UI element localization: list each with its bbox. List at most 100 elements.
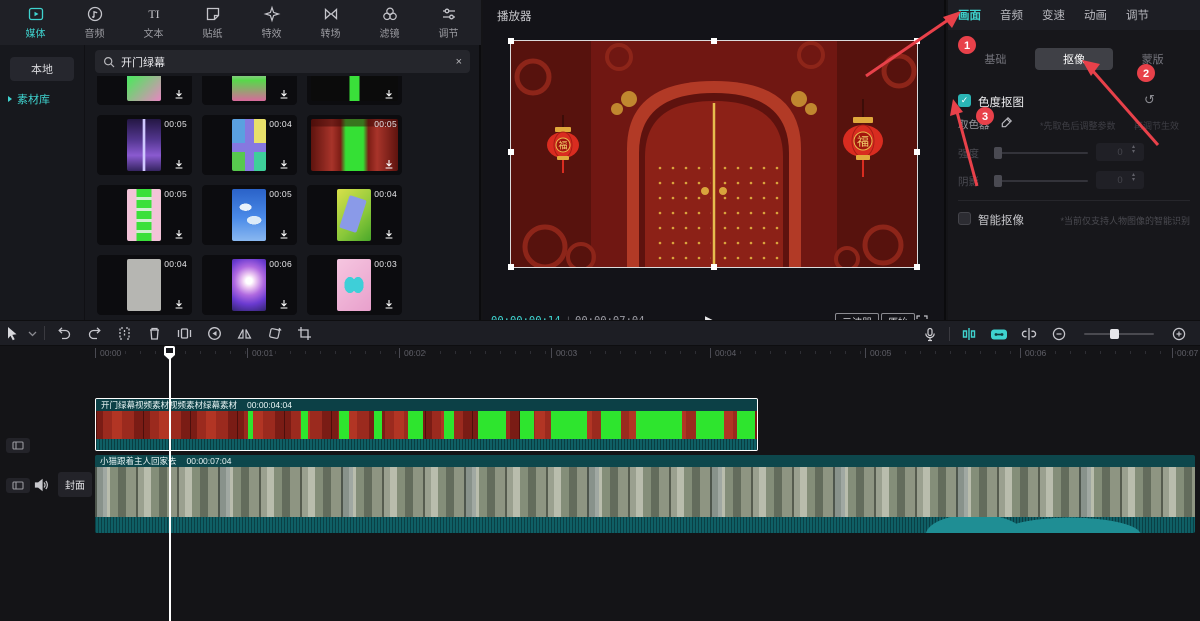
shadow-stepper[interactable]: ▴ ▾: [1132, 172, 1135, 183]
nav-sticker[interactable]: 贴纸: [185, 5, 240, 40]
playhead-line[interactable]: [169, 346, 171, 621]
selection-handle[interactable]: [711, 264, 717, 270]
record-voiceover-icon[interactable]: [915, 327, 945, 342]
download-icon[interactable]: [173, 228, 185, 240]
mute-track-icon[interactable]: [33, 477, 49, 493]
tab-audio[interactable]: 音频: [1000, 7, 1023, 23]
selection-handle[interactable]: [914, 38, 920, 44]
material-item[interactable]: 00:05: [202, 185, 297, 245]
material-item[interactable]: 00:06: [202, 255, 297, 315]
zoom-out-icon[interactable]: [1044, 327, 1074, 341]
material-item[interactable]: [202, 76, 297, 105]
track1-toggle-icon[interactable]: [6, 438, 30, 453]
track2-toggle-icon[interactable]: [6, 478, 30, 493]
shadow-slider[interactable]: [994, 175, 1088, 187]
material-item[interactable]: 00:05: [307, 115, 402, 175]
video-preview[interactable]: 福 福: [508, 38, 920, 270]
material-item[interactable]: [307, 76, 402, 105]
timeline-ruler[interactable]: 00:00 00:01 00:02 00:03 00:04 00:05 00:0…: [0, 346, 1200, 364]
playhead-handle[interactable]: [164, 346, 175, 360]
tab-animation[interactable]: 动画: [1084, 7, 1107, 23]
smart-cutout-checkbox[interactable]: [958, 212, 971, 225]
tab-adjust[interactable]: 调节: [1126, 7, 1149, 23]
subtab-basic[interactable]: 基础: [956, 48, 1035, 70]
duration-badge: 00:05: [269, 189, 292, 199]
nav-filters[interactable]: 滤镜: [362, 5, 417, 40]
download-icon[interactable]: [383, 298, 395, 310]
download-icon[interactable]: [278, 88, 290, 100]
subtab-cutout[interactable]: 抠像: [1034, 48, 1114, 70]
selection-handle[interactable]: [508, 264, 514, 270]
linked-preview-icon[interactable]: [984, 328, 1014, 341]
text-icon: TI: [145, 5, 163, 23]
strength-slider-handle[interactable]: [994, 147, 1002, 159]
mirror-icon[interactable]: [229, 326, 259, 341]
redo-icon[interactable]: [79, 326, 109, 341]
filters-icon: [381, 5, 399, 23]
undo-icon[interactable]: [49, 326, 79, 341]
auto-snap-icon[interactable]: [954, 327, 984, 341]
material-item[interactable]: 00:04: [97, 255, 192, 315]
tab-speed[interactable]: 变速: [1042, 7, 1065, 23]
zoom-in-icon[interactable]: [1164, 327, 1194, 341]
timeline-zoom-handle[interactable]: [1110, 329, 1119, 339]
sidebar-item-local[interactable]: 本地: [10, 57, 74, 81]
selection-handle[interactable]: [914, 149, 920, 155]
cover-button[interactable]: 封面: [58, 472, 92, 497]
reset-icon[interactable]: ↺: [1144, 92, 1155, 108]
nav-effects[interactable]: 特效: [244, 5, 299, 40]
split-icon[interactable]: [109, 326, 139, 341]
nav-adjust[interactable]: 调节: [421, 5, 476, 40]
timeline-clip-main-video[interactable]: 小猫跟着主人回家去 00:00:07:04: [95, 455, 1195, 533]
material-item[interactable]: 00:05: [97, 185, 192, 245]
select-tool-chevron-icon[interactable]: [24, 329, 40, 338]
search-bar[interactable]: 开门绿幕 ×: [95, 50, 470, 73]
nav-media[interactable]: 媒体: [8, 5, 63, 40]
preview-axis-icon[interactable]: [1014, 327, 1044, 341]
nav-audio[interactable]: 音频: [67, 5, 122, 40]
download-icon[interactable]: [173, 298, 185, 310]
clip-filmstrip: [96, 411, 757, 439]
download-icon[interactable]: [278, 158, 290, 170]
download-icon[interactable]: [278, 298, 290, 310]
selection-handle[interactable]: [711, 38, 717, 44]
nav-text[interactable]: TI 文本: [126, 5, 181, 40]
shadow-slider-handle[interactable]: [994, 175, 1002, 187]
selection-handle[interactable]: [914, 264, 920, 270]
rotate-icon[interactable]: [259, 326, 289, 341]
chroma-key-checkbox[interactable]: ✓: [958, 94, 971, 107]
reverse-icon[interactable]: [199, 326, 229, 341]
download-icon[interactable]: [383, 228, 395, 240]
timeline-clip-greenscreen[interactable]: 开门绿幕视频素材视频素材绿幕素材 00:00:04:04: [95, 398, 758, 451]
selection-handle[interactable]: [508, 149, 514, 155]
crop-icon[interactable]: [289, 326, 319, 341]
delete-icon[interactable]: [139, 326, 169, 341]
strength-stepper[interactable]: ▴ ▾: [1132, 144, 1135, 155]
download-icon[interactable]: [173, 158, 185, 170]
material-item[interactable]: [97, 76, 192, 105]
strength-value-box[interactable]: 0: [1096, 143, 1144, 161]
download-icon[interactable]: [383, 88, 395, 100]
strength-slider[interactable]: [994, 147, 1088, 159]
timeline-zoom-slider[interactable]: [1084, 329, 1154, 339]
nav-transitions[interactable]: 转场: [303, 5, 358, 40]
lantern-fu-character: 福: [558, 140, 567, 151]
download-icon[interactable]: [278, 228, 290, 240]
eyedropper-icon[interactable]: [1000, 116, 1013, 129]
download-icon[interactable]: [383, 158, 395, 170]
material-item[interactable]: 00:04: [307, 185, 402, 245]
clear-search-icon[interactable]: ×: [456, 56, 462, 68]
material-item[interactable]: 00:04: [202, 115, 297, 175]
download-icon[interactable]: [173, 88, 185, 100]
subtab-mask[interactable]: 蒙版: [1113, 48, 1192, 70]
material-item[interactable]: 00:05: [97, 115, 192, 175]
freeze-frame-icon[interactable]: [169, 326, 199, 341]
search-input[interactable]: 开门绿幕: [121, 54, 450, 70]
sidebar-item-library[interactable]: 素材库: [8, 91, 50, 107]
tab-picture[interactable]: 画面: [958, 7, 981, 23]
material-item[interactable]: 00:03: [307, 255, 402, 315]
ruler-label: 00:00: [95, 348, 121, 358]
shadow-value-box[interactable]: 0: [1096, 171, 1144, 189]
select-tool-icon[interactable]: [0, 326, 24, 341]
selection-handle[interactable]: [508, 38, 514, 44]
